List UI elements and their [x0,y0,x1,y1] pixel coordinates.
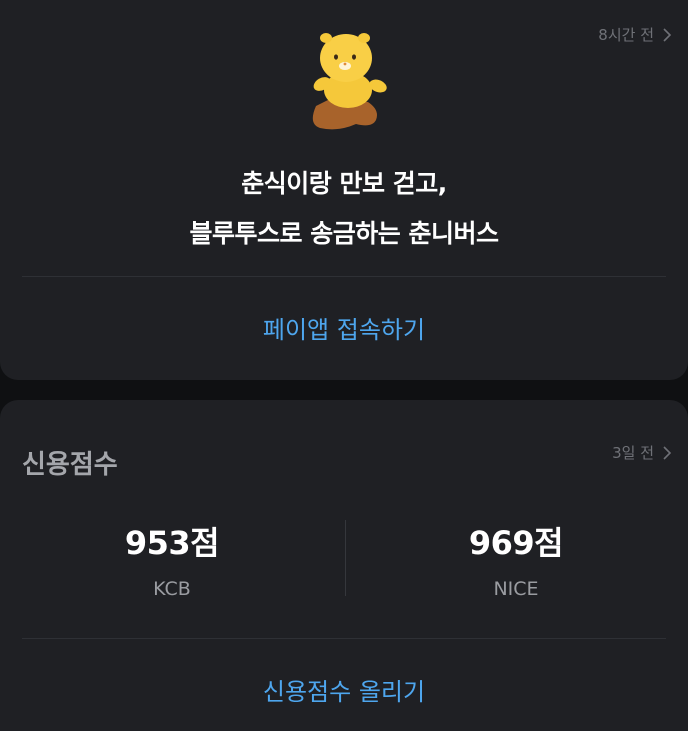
choonsik-mascot-image [312,33,387,130]
credit-timestamp-link[interactable]: 3일 전 [612,442,672,463]
score-source: KCB [153,578,191,600]
promo-line-1: 춘식이랑 만보 걷고, [241,169,447,198]
promo-divider [22,276,666,277]
credit-score-card: 신용점수 3일 전 953점 KCB 969점 NICE 신용점수 올리기 [0,400,688,731]
chevron-right-icon [663,27,672,42]
score-value: 953점 [124,524,220,562]
score-value: 969점 [468,524,564,562]
promo-timestamp-link[interactable]: 8시간 전 [598,24,672,45]
credit-score-title: 신용점수 [22,450,118,480]
improve-credit-score-button[interactable]: 신용점수 올리기 [0,672,688,707]
credit-timestamp: 3일 전 [612,444,654,462]
score-kcb[interactable]: 953점 KCB [0,518,344,600]
credit-divider [22,638,666,639]
score-source: NICE [493,578,539,600]
promo-timestamp: 8시간 전 [598,26,654,44]
score-nice[interactable]: 969점 NICE [344,518,688,600]
promo-card: 8시간 전 춘식이랑 만보 걷고, 블루투스로 송금하는 춘니버스 페이앱 접속… [0,0,688,380]
promo-line-2: 블루투스로 송금하는 춘니버스 [189,219,499,248]
payapp-connect-button[interactable]: 페이앱 접속하기 [0,310,688,345]
chevron-right-icon [663,445,672,460]
